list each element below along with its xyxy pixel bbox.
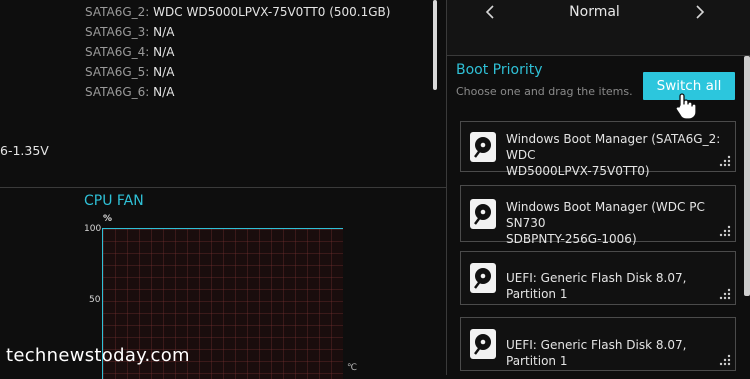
- sata-device-value: N/A: [153, 45, 175, 59]
- hard-disk-icon: [470, 131, 496, 162]
- sata-port-label: SATA6G_6:: [85, 85, 150, 99]
- sata-device-value: WDC WD5000LPVX-75V0TT0 (500.1GB): [153, 5, 391, 19]
- storage-scrollbar[interactable]: [433, 0, 437, 90]
- boot-priority-subtitle: Choose one and drag the items.: [456, 85, 633, 98]
- boot-priority-title: Boot Priority: [456, 62, 543, 78]
- boot-item[interactable]: Windows Boot Manager (SATA6G_2: WDC WD50…: [460, 121, 736, 178]
- sata-row: SATA6G_6: N/A: [85, 84, 174, 100]
- fan-x-unit: ℃: [347, 363, 358, 373]
- hard-disk-icon: [470, 263, 496, 293]
- section-divider: [447, 55, 750, 56]
- section-divider: [0, 187, 447, 188]
- sata-port-label: SATA6G_4:: [85, 45, 150, 59]
- boot-item[interactable]: UEFI: Generic Flash Disk 8.07, Partition…: [460, 317, 736, 371]
- sata-port-label: SATA6G_5:: [85, 65, 150, 79]
- fan-y-unit: %: [103, 214, 113, 224]
- hard-disk-icon: [470, 198, 496, 229]
- sata-device-value: N/A: [153, 65, 175, 79]
- boot-item-label: Windows Boot Manager (WDC PC SN730 SDBPN…: [506, 200, 705, 246]
- watermark: technewstoday.com: [6, 345, 190, 366]
- sata-port-label: SATA6G_3:: [85, 25, 150, 39]
- mode-value: Normal: [569, 4, 620, 20]
- chevron-left-icon[interactable]: [484, 3, 496, 25]
- hard-disk-icon: [470, 329, 496, 359]
- boot-item-label: UEFI: Generic Flash Disk 8.07, Partition…: [506, 271, 687, 301]
- fan-tick-label: 100: [84, 224, 102, 234]
- boot-item-label: UEFI: Generic Flash Disk 8.07, Partition…: [506, 338, 687, 368]
- drag-handle-icon[interactable]: [717, 225, 731, 237]
- sata-row: SATA6G_4: N/A: [85, 44, 174, 60]
- drag-handle-icon[interactable]: [717, 288, 731, 300]
- dram-voltage-value: 6-1.35V: [0, 143, 49, 158]
- cpu-fan-title: CPU FAN: [84, 193, 144, 209]
- sata-device-value: N/A: [153, 25, 175, 39]
- sata-row: SATA6G_2: WDC WD5000LPVX-75V0TT0 (500.1G…: [85, 4, 390, 20]
- boot-item[interactable]: UEFI: Generic Flash Disk 8.07, Partition…: [460, 251, 736, 305]
- drag-handle-icon[interactable]: [717, 354, 731, 366]
- sata-device-value: N/A: [153, 85, 175, 99]
- boot-list-scrollbar[interactable]: [744, 56, 750, 296]
- chevron-right-icon[interactable]: [694, 3, 706, 25]
- fan-tick-label: 50: [89, 295, 101, 305]
- panel-divider: [446, 0, 447, 375]
- hand-pointer-icon: [672, 92, 698, 120]
- drag-handle-icon[interactable]: [717, 155, 731, 167]
- boot-item[interactable]: Windows Boot Manager (WDC PC SN730 SDBPN…: [460, 185, 736, 246]
- sata-port-label: SATA6G_2:: [85, 5, 150, 19]
- boot-item-label: Windows Boot Manager (SATA6G_2: WDC WD50…: [506, 132, 721, 178]
- sata-row: SATA6G_5: N/A: [85, 64, 174, 80]
- sata-row: SATA6G_3: N/A: [85, 24, 174, 40]
